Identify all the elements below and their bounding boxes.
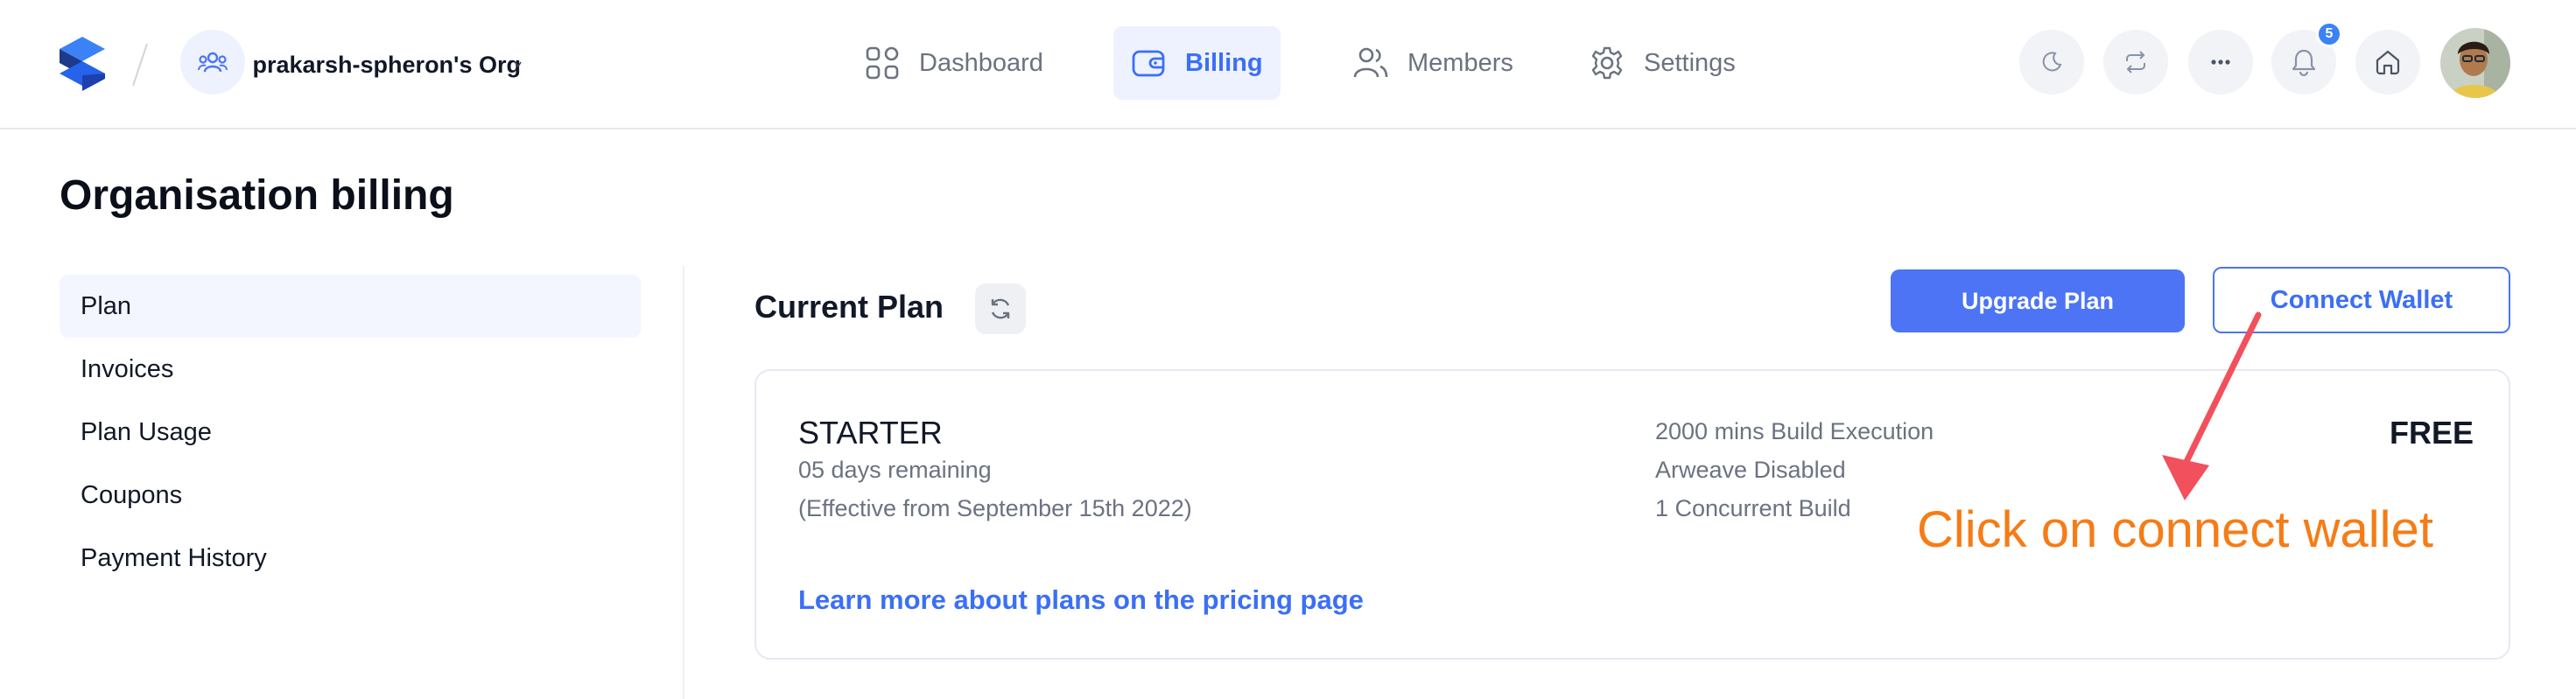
nav-dashboard[interactable]: Dashboard	[847, 26, 1061, 100]
sidebar-item-label: Coupons	[81, 480, 183, 509]
bell-icon	[2292, 49, 2316, 76]
grid-icon	[866, 46, 899, 80]
sidebar-item-invoices[interactable]: Invoices	[60, 338, 641, 401]
switch-icon	[2126, 51, 2145, 73]
plan-feature: 1 Concurrent Build	[1655, 495, 1851, 521]
sidebar-item-label: Payment History	[81, 543, 267, 572]
plan-feature: Arweave Disabled	[1655, 457, 1846, 483]
switch-button[interactable]	[2103, 30, 2168, 94]
nav-settings-label: Settings	[1644, 48, 1736, 77]
sidebar-item-label: Invoices	[81, 354, 174, 383]
gear-icon	[1591, 46, 1623, 80]
home-icon	[2376, 50, 2400, 75]
plan-feature: 2000 mins Build Execution	[1655, 418, 1934, 444]
plan-name: STARTER	[798, 415, 943, 451]
nav-members[interactable]: Members	[1336, 26, 1531, 100]
theme-toggle-button[interactable]	[2019, 30, 2084, 94]
top-header: prakarsh-spheron's Org Dashboard Billing…	[0, 0, 2576, 129]
user-avatar[interactable]	[2440, 28, 2510, 98]
users-icon	[1353, 47, 1388, 78]
plan-effective-date: (Effective from September 15th 2022)	[798, 495, 1192, 521]
spheron-logo[interactable]	[56, 35, 109, 93]
nav-billing-label: Billing	[1185, 48, 1263, 77]
refresh-icon	[991, 298, 1010, 319]
home-button[interactable]	[2355, 30, 2420, 94]
sidebar-item-plan-usage[interactable]: Plan Usage	[60, 401, 641, 464]
page-title: Organisation billing	[60, 172, 454, 219]
more-icon	[2211, 59, 2230, 65]
sidebar-item-coupons[interactable]: Coupons	[60, 464, 641, 527]
annotation-text: Click on connect wallet	[1917, 501, 2433, 558]
user-photo	[2440, 28, 2510, 98]
upgrade-plan-button[interactable]: Upgrade Plan	[1891, 269, 2185, 332]
chevron-down-icon[interactable]	[515, 58, 522, 72]
wallet-icon	[1132, 50, 1165, 77]
more-options-button[interactable]	[2188, 30, 2253, 94]
sidebar-divider	[683, 266, 684, 699]
sidebar-item-plan[interactable]: Plan	[60, 275, 641, 338]
current-plan-title: Current Plan	[755, 289, 944, 325]
plan-price: FREE	[2390, 415, 2474, 451]
nav-billing[interactable]: Billing	[1113, 26, 1281, 100]
org-avatar[interactable]	[180, 30, 245, 94]
notification-badge: 5	[2316, 21, 2342, 47]
sidebar-item-label: Plan Usage	[81, 417, 212, 446]
nav-settings[interactable]: Settings	[1572, 26, 1753, 100]
org-name-text: prakarsh-spheron's Org	[254, 52, 521, 78]
sidebar-item-payment-history[interactable]: Payment History	[60, 527, 641, 590]
pricing-page-link[interactable]: Learn more about plans on the pricing pa…	[798, 584, 1364, 616]
org-switcher[interactable]: prakarsh-spheron's Org	[254, 47, 521, 82]
refresh-plan-button[interactable]	[975, 283, 1026, 334]
plan-days-remaining: 05 days remaining	[798, 457, 992, 483]
annotation-arrow	[2162, 311, 2262, 500]
nav-members-label: Members	[1407, 48, 1513, 77]
team-icon	[198, 52, 228, 73]
moon-icon	[2042, 52, 2062, 72]
sidebar-item-label: Plan	[81, 291, 132, 320]
breadcrumb-divider	[132, 43, 148, 87]
nav-dashboard-label: Dashboard	[919, 48, 1043, 77]
